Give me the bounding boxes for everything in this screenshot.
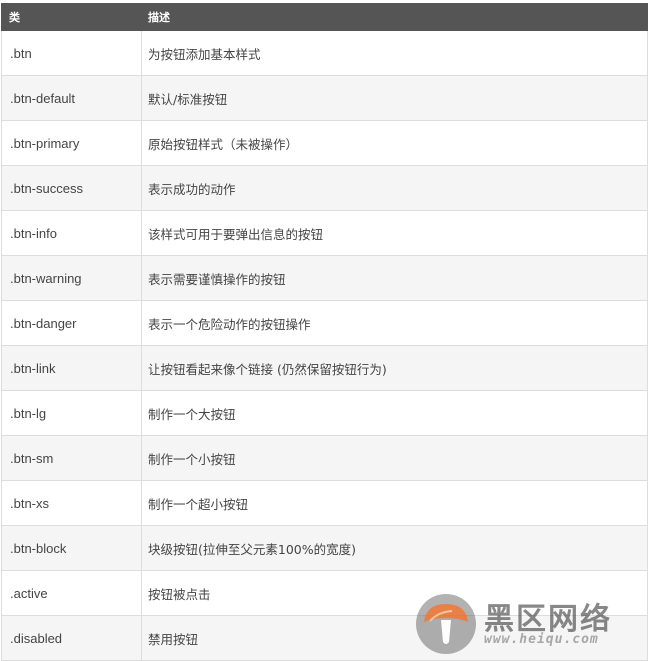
header-class: 类 bbox=[1, 3, 142, 31]
class-cell: .active bbox=[1, 570, 142, 616]
mushroom-logo-icon bbox=[416, 594, 476, 654]
table-row: .btn-success 表示成功的动作 bbox=[1, 165, 648, 211]
watermark-url: www.heiqu.com bbox=[484, 632, 599, 647]
class-cell: .btn-warning bbox=[1, 255, 142, 301]
table-row: .btn-danger 表示一个危险动作的按钮操作 bbox=[1, 300, 648, 346]
description-cell: 原始按钮样式（未被操作） bbox=[141, 120, 648, 166]
header-description: 描述 bbox=[141, 3, 648, 31]
class-cell: .btn bbox=[1, 30, 142, 76]
description-cell: 表示一个危险动作的按钮操作 bbox=[141, 300, 648, 346]
class-cell: .btn-primary bbox=[1, 120, 142, 166]
description-cell: 制作一个大按钮 bbox=[141, 390, 648, 436]
description-cell: 表示需要谨慎操作的按钮 bbox=[141, 255, 648, 301]
description-cell: 制作一个小按钮 bbox=[141, 435, 648, 481]
class-cell: .btn-sm bbox=[1, 435, 142, 481]
table-row: .btn-link 让按钮看起来像个链接 (仍然保留按钮行为) bbox=[1, 345, 648, 391]
class-cell: .btn-link bbox=[1, 345, 142, 391]
table-row: .btn-block 块级按钮(拉伸至父元素100%的宽度) bbox=[1, 525, 648, 571]
description-cell: 让按钮看起来像个链接 (仍然保留按钮行为) bbox=[141, 345, 648, 391]
class-cell: .btn-lg bbox=[1, 390, 142, 436]
class-cell: .btn-danger bbox=[1, 300, 142, 346]
class-cell: .btn-success bbox=[1, 165, 142, 211]
table-row: .btn-default 默认/标准按钮 bbox=[1, 75, 648, 121]
description-cell: 该样式可用于要弹出信息的按钮 bbox=[141, 210, 648, 256]
table-header: 类 描述 bbox=[1, 3, 648, 31]
table-body: .btn 为按钮添加基本样式 .btn-default 默认/标准按钮 .btn-p… bbox=[1, 30, 648, 661]
class-cell: .disabled bbox=[1, 615, 142, 661]
table-row: .btn-primary 原始按钮样式（未被操作） bbox=[1, 120, 648, 166]
class-cell: .btn-info bbox=[1, 210, 142, 256]
bootstrap-button-class-table: 类 描述 .btn 为按钮添加基本样式 .btn-default 默认/标准按钮 .… bbox=[1, 3, 648, 661]
heiqu-watermark: 黑区网络 www.heiqu.com bbox=[412, 592, 644, 656]
class-cell: .btn-block bbox=[1, 525, 142, 571]
header-row: 类 描述 bbox=[1, 3, 648, 31]
description-cell: 表示成功的动作 bbox=[141, 165, 648, 211]
class-cell: .btn-default bbox=[1, 75, 142, 121]
table-row: .btn-xs 制作一个超小按钮 bbox=[1, 480, 648, 526]
class-cell: .btn-xs bbox=[1, 480, 142, 526]
table-row: .btn-info 该样式可用于要弹出信息的按钮 bbox=[1, 210, 648, 256]
description-cell: 为按钮添加基本样式 bbox=[141, 30, 648, 76]
table-row: .btn-lg 制作一个大按钮 bbox=[1, 390, 648, 436]
description-cell: 块级按钮(拉伸至父元素100%的宽度) bbox=[141, 525, 648, 571]
description-cell: 默认/标准按钮 bbox=[141, 75, 648, 121]
table-row: .btn-sm 制作一个小按钮 bbox=[1, 435, 648, 481]
table-row: .btn 为按钮添加基本样式 bbox=[1, 30, 648, 76]
table-row: .btn-warning 表示需要谨慎操作的按钮 bbox=[1, 255, 648, 301]
description-cell: 制作一个超小按钮 bbox=[141, 480, 648, 526]
